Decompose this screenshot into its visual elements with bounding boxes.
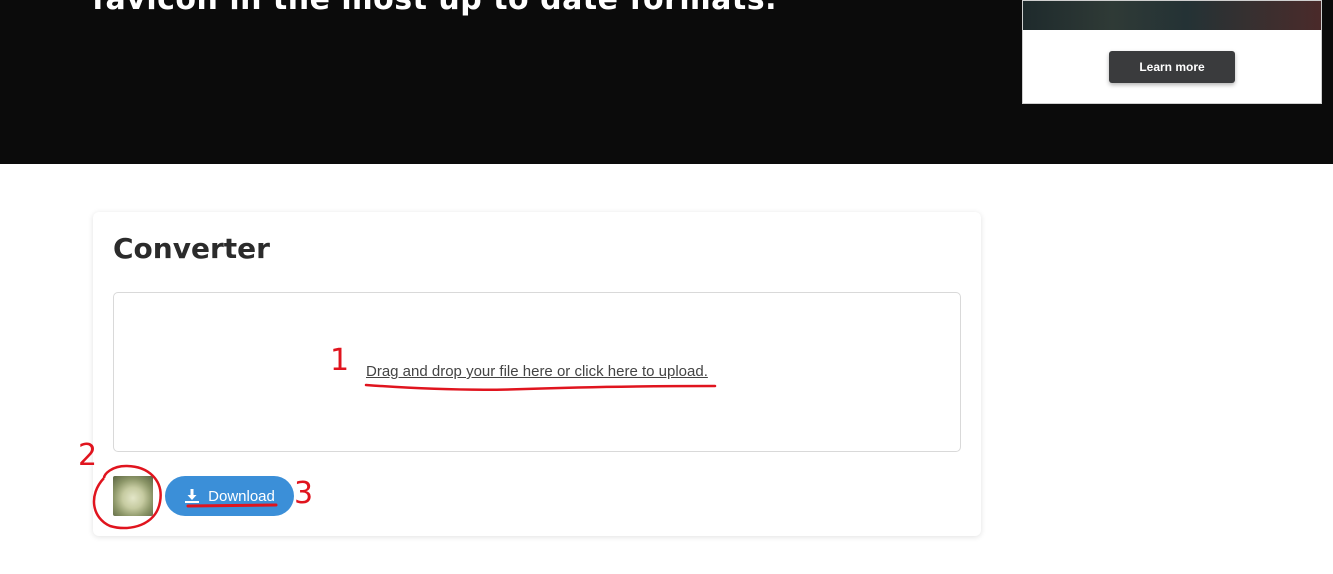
hero-headline: favicon in the most up to date formats. xyxy=(92,0,777,17)
file-dropzone[interactable]: Drag and drop your file here or click he… xyxy=(113,292,961,452)
download-icon xyxy=(184,488,200,504)
converter-title: Converter xyxy=(113,232,270,265)
download-label: Download xyxy=(208,487,275,505)
download-button[interactable]: Download xyxy=(165,476,294,516)
ad-card: Learn more xyxy=(1022,0,1322,104)
dropzone-text[interactable]: Drag and drop your file here or click he… xyxy=(366,363,708,380)
learn-more-button[interactable]: Learn more xyxy=(1109,51,1235,83)
converter-card: Converter Drag and drop your file here o… xyxy=(93,212,981,536)
hero-banner: favicon in the most up to date formats. … xyxy=(0,0,1333,164)
uploaded-image-thumbnail[interactable] xyxy=(113,476,153,516)
ad-image xyxy=(1023,1,1321,30)
